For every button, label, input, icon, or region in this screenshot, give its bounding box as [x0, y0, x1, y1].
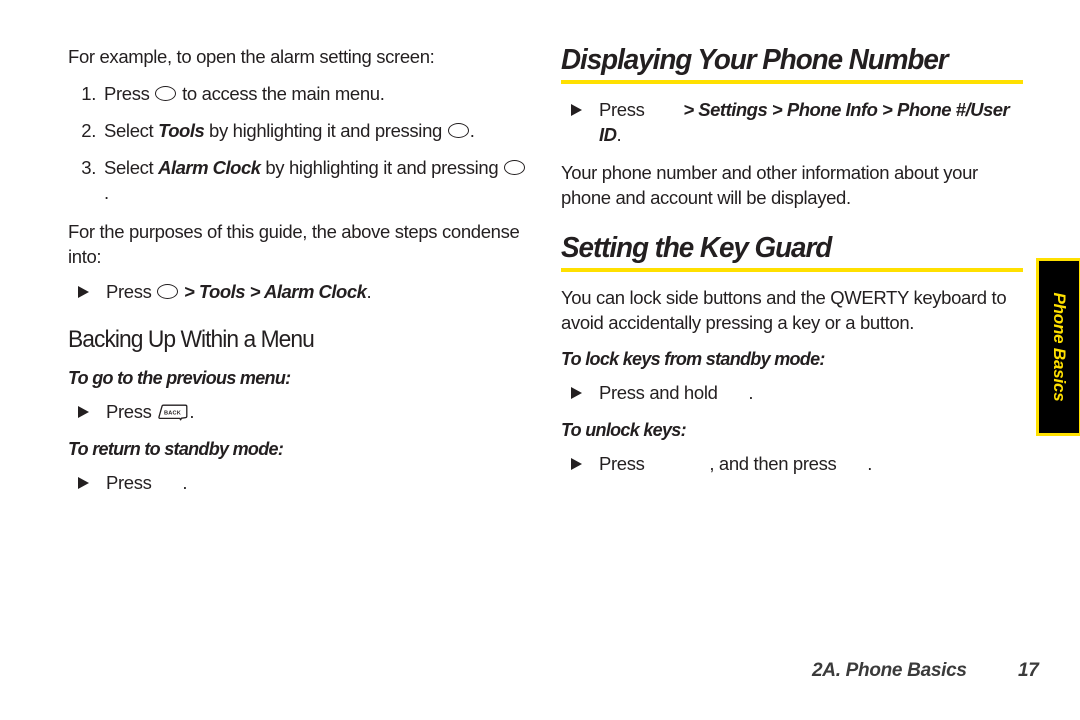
left-column: For example, to open the alarm setting s… [68, 44, 528, 508]
triangle-right-icon [571, 458, 582, 470]
page-footer: 2A. Phone Basics 17 [0, 660, 1080, 686]
section-rule [561, 80, 1023, 84]
step-number: 1. [81, 83, 96, 104]
triangle-right-icon [78, 406, 89, 418]
condense-note: For the purposes of this guide, the abov… [68, 221, 520, 267]
bullet-text-before: Press [106, 401, 157, 422]
step-emphasis: Tools [158, 120, 205, 141]
intro-paragraph: For example, to open the alarm setting s… [68, 46, 435, 67]
bullet-text-after: . [182, 472, 188, 493]
step-item-2: 2. Select Tools by highlighting it and p… [68, 118, 528, 143]
select-key-oval-icon [504, 160, 526, 175]
subheading-backing-up: Backing Up Within a Menu [68, 326, 315, 353]
bullet-text-after: . [616, 124, 622, 145]
menu-key-icon [649, 104, 683, 117]
step-text-before: Select [104, 157, 159, 178]
bullet-text-before: Press [106, 281, 157, 302]
bullet-text-after: . [748, 382, 754, 403]
footer-page-number: 17 [1018, 660, 1039, 681]
triangle-right-icon [571, 387, 582, 399]
svg-text:BACK: BACK [164, 411, 181, 417]
bullet-text-after: . [189, 401, 195, 422]
manual-page: For example, to open the alarm setting s… [0, 0, 1080, 720]
chapter-side-tab: Phone Basics [1036, 258, 1080, 436]
end-key-icon [156, 477, 182, 490]
triangle-right-icon [78, 286, 89, 298]
right-column: Displaying Your Phone Number Press > Set… [561, 44, 1023, 489]
bullet-text-before: Press [106, 472, 157, 493]
step-text-after: . [104, 182, 109, 203]
select-key-oval-icon [155, 86, 177, 101]
lead-previous-menu: To go to the previous menu: [68, 368, 291, 388]
unlock-keys-bullet: Press , and then press . [561, 451, 1023, 476]
step-text-before: Press [104, 83, 155, 104]
bullet-text-before: Press [599, 453, 650, 474]
step-number: 3. [81, 157, 96, 178]
bullet-text-mid: , and then press [709, 453, 842, 474]
step-item-1: 1. Press to access the main menu. [68, 81, 528, 106]
bullet-text-after: . [366, 281, 372, 302]
triangle-right-icon [571, 104, 582, 116]
triangle-right-icon [78, 477, 89, 489]
standby-bullet: Press . [68, 470, 528, 495]
bullet-text-before: Press and hold [599, 382, 723, 403]
section-heading-displaying-phone-number: Displaying Your Phone Number [561, 44, 949, 76]
chapter-side-tab-label: Phone Basics [1050, 292, 1069, 402]
confirm-key-icon [841, 458, 867, 471]
step-text-mid: by highlighting it and pressing [260, 157, 504, 178]
lead-lock-keys: To lock keys from standby mode: [561, 349, 825, 369]
step-text-after: . [469, 120, 475, 141]
unlock-key-icon [649, 458, 709, 471]
step-text-before: Select [104, 120, 159, 141]
previous-menu-bullet: Press BACK . [68, 399, 528, 424]
section-heading-setting-key-guard: Setting the Key Guard [561, 232, 832, 264]
bullet-text-before: Press [599, 99, 650, 120]
step-number: 2. [81, 120, 96, 141]
footer-chapter-label: 2A. Phone Basics [812, 660, 967, 681]
step-item-3: 3. Select Alarm Clock by highlighting it… [68, 155, 528, 205]
key-guard-body: You can lock side buttons and the QWERTY… [561, 287, 1007, 333]
step-emphasis: Alarm Clock [158, 157, 261, 178]
lead-unlock-keys: To unlock keys: [561, 420, 687, 440]
back-key-icon: BACK [157, 404, 188, 421]
phone-number-bullet: Press > Settings > Phone Info > Phone #/… [561, 97, 1023, 147]
step-text-mid: by highlighting it and pressing [204, 120, 447, 141]
select-key-oval-icon [157, 284, 179, 299]
bullet-text-after: . [867, 453, 873, 474]
phone-number-body: Your phone number and other information … [561, 162, 978, 208]
section-rule [561, 268, 1023, 272]
condense-bullet: Press > Tools > Alarm Clock. [68, 279, 528, 304]
select-key-oval-icon [447, 123, 469, 138]
step-text-after: to access the main menu. [177, 83, 385, 104]
menu-path: > Tools > Alarm Clock [179, 281, 367, 302]
lock-keys-bullet: Press and hold . [561, 380, 1023, 405]
numbered-steps-list: 1. Press to access the main menu. 2. Sel… [68, 81, 528, 205]
lock-key-icon [722, 387, 748, 400]
lead-standby-mode: To return to standby mode: [68, 439, 284, 459]
